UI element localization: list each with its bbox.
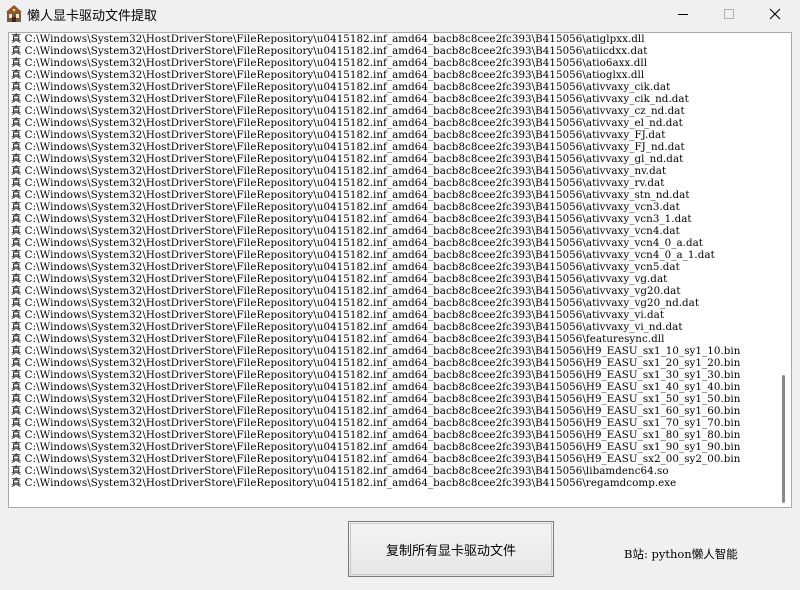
log-line: 真 C:\Windows\System32\HostDriverStore\Fi… [11, 417, 741, 429]
close-icon [769, 8, 781, 20]
minimize-icon [678, 14, 688, 15]
log-line: 真 C:\Windows\System32\HostDriverStore\Fi… [11, 429, 741, 441]
log-line: 真 C:\Windows\System32\HostDriverStore\Fi… [11, 333, 665, 345]
log-line: 真 C:\Windows\System32\HostDriverStore\Fi… [11, 213, 692, 225]
log-line: 真 C:\Windows\System32\HostDriverStore\Fi… [11, 369, 741, 381]
log-line: 真 C:\Windows\System32\HostDriverStore\Fi… [11, 153, 684, 165]
minimize-button[interactable] [660, 0, 706, 28]
log-line: 真 C:\Windows\System32\HostDriverStore\Fi… [11, 129, 666, 141]
log-line: 真 C:\Windows\System32\HostDriverStore\Fi… [11, 297, 700, 309]
log-output[interactable]: 真 C:\Windows\System32\HostDriverStore\Fi… [8, 32, 792, 508]
log-line: 真 C:\Windows\System32\HostDriverStore\Fi… [11, 201, 680, 213]
log-line: 真 C:\Windows\System32\HostDriverStore\Fi… [11, 189, 690, 201]
log-line: 真 C:\Windows\System32\HostDriverStore\Fi… [11, 45, 648, 57]
log-line: 真 C:\Windows\System32\HostDriverStore\Fi… [11, 273, 668, 285]
log-line: 真 C:\Windows\System32\HostDriverStore\Fi… [11, 381, 741, 393]
log-line: 真 C:\Windows\System32\HostDriverStore\Fi… [11, 105, 685, 117]
log-line: 真 C:\Windows\System32\HostDriverStore\Fi… [11, 69, 645, 81]
vertical-scrollbar[interactable] [777, 33, 791, 507]
log-line: 真 C:\Windows\System32\HostDriverStore\Fi… [11, 309, 665, 321]
log-line: 真 C:\Windows\System32\HostDriverStore\Fi… [11, 33, 645, 45]
scroll-thumb[interactable] [782, 375, 785, 503]
log-line: 真 C:\Windows\System32\HostDriverStore\Fi… [11, 477, 677, 489]
app-window: 懒人显卡驱动文件提取 真 C:\Windows\System32\HostDri… [0, 0, 800, 590]
log-line: 真 C:\Windows\System32\HostDriverStore\Fi… [11, 465, 669, 477]
log-line: 真 C:\Windows\System32\HostDriverStore\Fi… [11, 321, 683, 333]
log-line: 真 C:\Windows\System32\HostDriverStore\Fi… [11, 453, 741, 465]
app-icon [6, 5, 22, 23]
log-line: 真 C:\Windows\System32\HostDriverStore\Fi… [11, 237, 703, 249]
log-line: 真 C:\Windows\System32\HostDriverStore\Fi… [11, 141, 685, 153]
log-line: 真 C:\Windows\System32\HostDriverStore\Fi… [11, 345, 741, 357]
log-line: 真 C:\Windows\System32\HostDriverStore\Fi… [11, 249, 715, 261]
log-line: 真 C:\Windows\System32\HostDriverStore\Fi… [11, 93, 689, 105]
close-button[interactable] [752, 0, 798, 28]
log-line: 真 C:\Windows\System32\HostDriverStore\Fi… [11, 357, 741, 369]
maximize-icon [724, 9, 734, 19]
log-line: 真 C:\Windows\System32\HostDriverStore\Fi… [11, 225, 680, 237]
log-line: 真 C:\Windows\System32\HostDriverStore\Fi… [11, 441, 741, 453]
maximize-button[interactable] [706, 0, 752, 28]
log-line: 真 C:\Windows\System32\HostDriverStore\Fi… [11, 393, 741, 405]
log-lines: 真 C:\Windows\System32\HostDriverStore\Fi… [11, 33, 777, 489]
window-title: 懒人显卡驱动文件提取 [27, 9, 158, 24]
log-line: 真 C:\Windows\System32\HostDriverStore\Fi… [11, 165, 667, 177]
credit-text: B站: python懒人智能 [624, 547, 738, 561]
log-line: 真 C:\Windows\System32\HostDriverStore\Fi… [11, 405, 741, 417]
log-line: 真 C:\Windows\System32\HostDriverStore\Fi… [11, 57, 648, 69]
log-line: 真 C:\Windows\System32\HostDriverStore\Fi… [11, 117, 683, 129]
log-line: 真 C:\Windows\System32\HostDriverStore\Fi… [11, 261, 680, 273]
title-bar[interactable]: 懒人显卡驱动文件提取 [0, 0, 800, 28]
log-line: 真 C:\Windows\System32\HostDriverStore\Fi… [11, 285, 681, 297]
log-line: 真 C:\Windows\System32\HostDriverStore\Fi… [11, 177, 665, 189]
copy-all-drivers-button[interactable]: 复制所有显卡驱动文件 [348, 521, 554, 577]
log-line: 真 C:\Windows\System32\HostDriverStore\Fi… [11, 81, 671, 93]
